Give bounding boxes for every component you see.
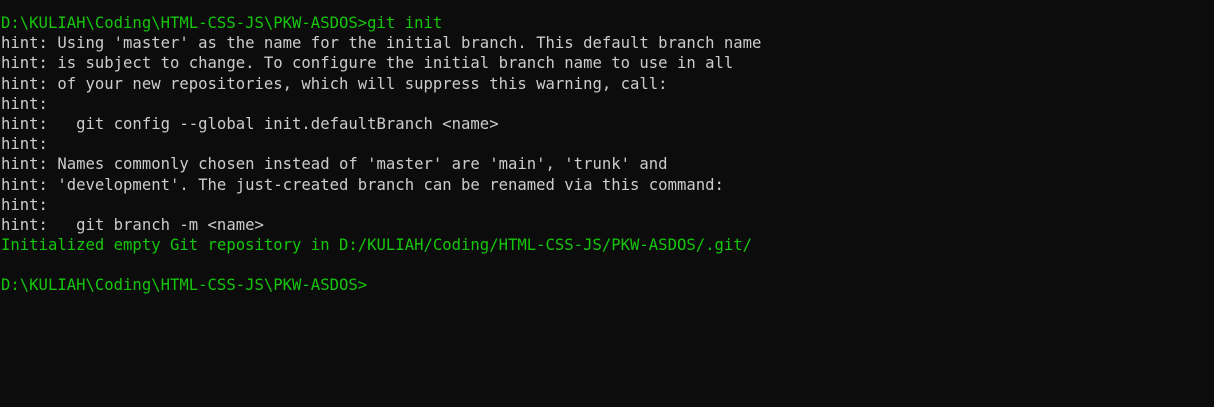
prompt-path: D:\KULIAH\Coding\HTML-CSS-JS\PKW-ASDOS> [1, 276, 368, 295]
command-line: D:\KULIAH\Coding\HTML-CSS-JS\PKW-ASDOS>g… [1, 13, 1214, 33]
terminal-window[interactable]: D:\KULIAH\Coding\HTML-CSS-JS\PKW-ASDOS>g… [0, 0, 1214, 407]
hint-line: hint: of your new repositories, which wi… [1, 74, 668, 93]
hint-line: hint: [1, 135, 48, 154]
hint-line: hint: is subject to change. To configure… [1, 54, 734, 73]
hint-line: hint: Using 'master' as the name for the… [1, 34, 762, 53]
hint-line: hint: [1, 94, 48, 113]
prompt-line[interactable]: D:\KULIAH\Coding\HTML-CSS-JS\PKW-ASDOS> [1, 275, 1214, 295]
prompt-path: D:\KULIAH\Coding\HTML-CSS-JS\PKW-ASDOS> [1, 14, 368, 32]
hint-line: hint: git branch -m <name> [1, 215, 264, 234]
hint-line: hint: Names commonly chosen instead of '… [1, 155, 668, 174]
hint-line: hint: 'development'. The just-created br… [1, 175, 724, 194]
hint-line: hint: git config --global init.defaultBr… [1, 114, 499, 133]
command-text: git init [367, 14, 443, 32]
init-result-line: Initialized empty Git repository in D:/K… [1, 236, 753, 255]
hint-line: hint: [1, 195, 48, 214]
